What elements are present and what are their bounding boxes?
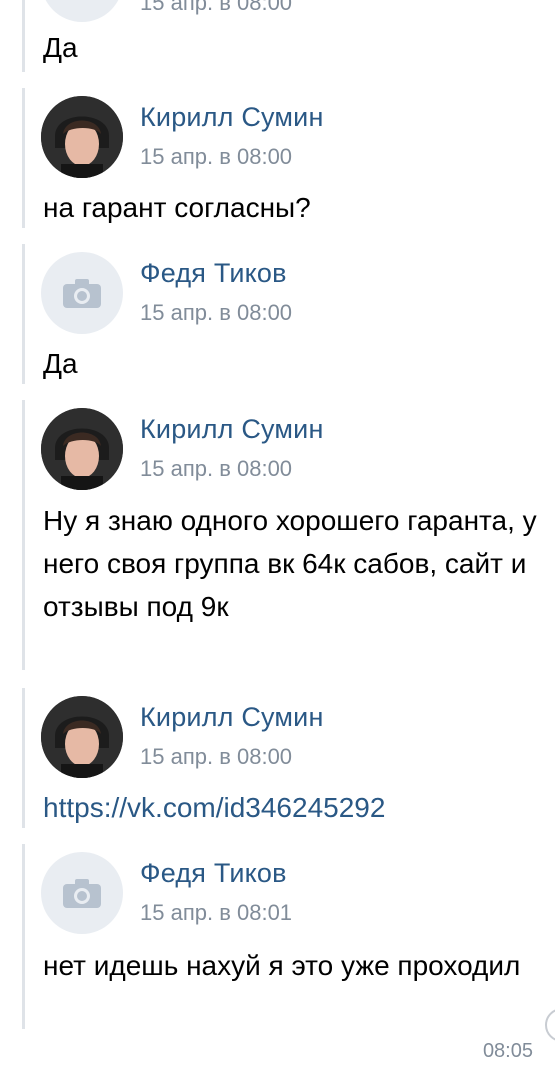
message-item: Кирилл Сумин 15 апр. в 08:00 https://vk.… [22,688,545,828]
footer-time: 08:05 [482,1040,533,1062]
user-photo [41,408,123,490]
message-date: 15 апр. в 08:00 [140,0,293,15]
message-date: 15 апр. в 08:01 [140,900,293,925]
avatar[interactable] [41,852,123,934]
message-text: нет идешь нахуй я это уже проходил [43,950,521,981]
camera-placeholder-icon [63,879,101,908]
message-item: Кирилл Сумин 15 апр. в 08:00 на гарант с… [22,88,545,228]
message-item: Кирилл Сумин 15 апр. в 08:00 Ну я знаю о… [22,400,545,670]
avatar[interactable] [41,0,123,22]
message-date: 15 апр. в 08:00 [140,144,293,169]
message-date: 15 апр. в 08:00 [140,744,293,769]
avatar[interactable] [41,696,123,778]
message-date: 15 апр. в 08:00 [140,456,293,481]
message-item: 15 апр. в 08:00 Да [22,0,545,72]
author-name[interactable]: Кирилл Сумин [140,102,324,133]
message-text: на гарант согласны? [43,192,311,223]
message-item: Федя Тиков 15 апр. в 08:00 Да [22,244,545,384]
message-link[interactable]: https://vk.com/id346245292 [43,786,537,829]
message-text: Да [43,348,78,379]
avatar[interactable] [41,252,123,334]
message-text: Ну я знаю одного хорошего гаранта, у нег… [43,505,537,622]
message-date: 15 апр. в 08:00 [140,300,293,325]
author-name[interactable]: Федя Тиков [140,858,287,889]
avatar[interactable] [41,408,123,490]
author-name[interactable]: Федя Тиков [140,258,287,289]
bubble-edge [545,1008,555,1042]
author-name[interactable]: Кирилл Сумин [140,702,324,733]
camera-placeholder-icon [63,279,101,308]
user-photo [41,96,123,178]
message-text: Да [43,32,78,63]
author-name[interactable]: Кирилл Сумин [140,414,324,445]
user-photo [41,696,123,778]
message-item: Федя Тиков 15 апр. в 08:01 нет идешь нах… [22,844,545,1029]
message-thread: 15 апр. в 08:00 Да Кирилл Сумин 15 апр. … [0,0,555,1073]
avatar[interactable] [41,96,123,178]
